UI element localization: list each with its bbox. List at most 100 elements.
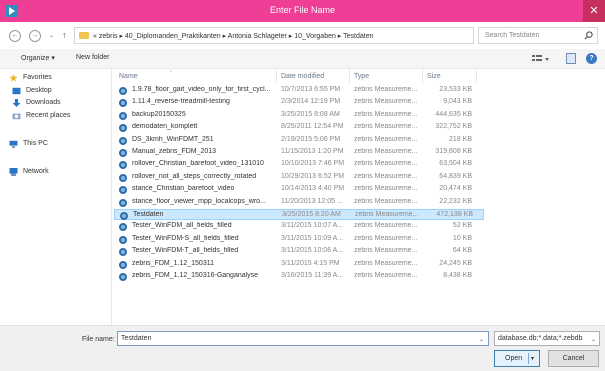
file-name-label: File name: [82,336,115,343]
new-folder-button[interactable]: New folder [76,54,109,61]
zebris-file-icon [119,235,127,244]
file-type: zebris Measureme... [354,86,418,93]
file-row[interactable]: demodaten_komplett 8/25/2011 12:54 PM zebr… [114,122,484,133]
column-divider[interactable] [276,69,277,83]
breadcrumb[interactable]: « zebris ▸ 40_Diplomanden_Praktikanten ▸… [93,32,374,40]
file-date: 3/11/2015 10:06 A... [281,247,344,255]
file-name: 1.11.4_reverse-treadmill-testing [132,98,230,106]
file-row[interactable]: stance_floor_viewer_mpp_localcops_wro...… [114,197,484,208]
chevron-down-icon[interactable]: ⌄ [591,336,596,343]
zebris-file-icon [119,124,127,133]
file-row[interactable]: zebris_FDM_1.12_150316-Ganganalyse 3/16/2… [114,271,484,282]
search-icon[interactable] [584,31,593,40]
back-button[interactable]: ← [9,30,21,42]
forward-button[interactable]: → [29,30,41,42]
sidebar-item-label: Downloads [26,99,61,106]
file-date: 3/11/2015 10:07 A... [281,222,344,230]
zebris-file-icon [119,198,127,207]
open-options-icon[interactable]: ▾ [531,355,534,362]
help-icon[interactable]: ? [586,53,597,64]
search-placeholder: Search Testdaten [485,32,540,39]
file-row[interactable]: Manual_zebris_FDM_2013 11/15/2013 1:20 PM… [114,147,484,158]
file-row[interactable]: DS_3kmh_WinFDMT_251 2/19/2015 5:06 PM zebr… [114,135,484,146]
file-row[interactable]: rollover_Christian_barefoot_video_131010… [114,159,484,170]
close-button[interactable]: ✕ [583,0,605,22]
column-divider[interactable] [476,69,477,83]
change-view-icon[interactable] [532,54,550,64]
file-name: zebris_FDM_1.12_150311 [132,259,214,267]
file-row[interactable]: stance_Christian_barefoot_video 10/14/201… [114,184,484,195]
file-date: 2/3/2014 12:19 PM [281,98,341,106]
file-row[interactable]: 1.9.78_floor_gait_video_only_for_first_c… [114,85,484,96]
file-size: 64,839 KB [439,172,472,180]
file-size: 22,232 KB [439,197,472,205]
column-divider[interactable] [349,69,350,83]
file-row[interactable]: 1.11.4_reverse-treadmill-testing 2/3/2014… [114,97,484,108]
file-date: 11/20/2013 12:05 ... [281,197,343,205]
file-date: 10/10/2013 7:46 PM [281,160,345,168]
chevron-down-icon[interactable]: ⌄ [479,336,484,343]
file-row[interactable]: rollover_not_all_steps_correctly_rotated… [114,172,484,183]
zebris-file-icon [119,260,127,269]
column-header-size[interactable]: Size [427,73,441,80]
zebris-file-icon [119,99,127,108]
file-row[interactable]: backup20150325 3/25/2015 8:08 AM zebris Me… [114,110,484,121]
file-date: 3/25/2015 8:20 AM [282,211,341,218]
file-name: rollover_Christian_barefoot_video_131010 [132,160,264,168]
file-name: 1.9.78_floor_gait_video_only_for_first_c… [132,86,271,93]
column-divider[interactable] [422,69,423,83]
sidebar-item-label: Favorites [23,74,52,81]
open-button[interactable]: Open ▾ [494,350,540,367]
file-row[interactable]: Tester_WinFDM-T_all_fields_filled 3/11/20… [114,246,484,257]
file-type-select[interactable]: database.db;*.data;*.zebdb ⌄ [494,331,600,346]
sidebar-item-label: This PC [23,140,48,147]
column-header-date[interactable]: Date modified [281,73,324,80]
zebris-file-icon [119,87,127,95]
file-size: 24,245 KB [439,259,472,267]
file-name: demodaten_komplett [132,123,198,131]
recent-locations-button[interactable]: ⌄ [49,32,54,39]
file-row[interactable]: Tester_WinFDM-S_all_fields_filled 3/11/20… [114,234,484,245]
file-row[interactable]: Testdaten 3/25/2015 8:20 AM zebris Measure… [114,209,484,220]
zebris-file-icon [120,212,128,220]
file-date: 11/15/2013 1:20 PM [281,148,344,155]
file-date: 3/25/2015 8:08 AM [281,110,340,118]
up-button[interactable]: ↑ [62,30,67,40]
file-size: 64 KB [452,247,472,255]
file-name: Tester_WinFDM-T_all_fields_filled [132,247,239,255]
file-size: 20,474 KB [439,185,472,193]
file-size: 472,138 KB [436,211,473,218]
navigation-pane: Favorites Desktop Downloads Recent place… [0,69,112,325]
zebris-file-icon [119,186,127,195]
file-list: Name ⌃ Date modified Type Size 1.9.78_fl… [114,69,605,325]
search-input[interactable]: Search Testdaten [478,27,598,44]
file-name: Tester_WinFDM_all_fields_filled [132,222,232,230]
file-row[interactable]: Tester_WinFDM_all_fields_filled 3/11/2015… [114,221,484,232]
preview-pane-icon[interactable] [566,53,576,64]
file-type: zebris Measureme... [354,259,418,267]
cancel-button[interactable]: Cancel [548,350,599,367]
file-date: 2/19/2015 5:06 PM [281,135,341,143]
file-name: backup20150325 [132,110,186,118]
file-size: 63,504 KB [439,160,472,168]
address-bar[interactable]: « zebris ▸ 40_Diplomanden_Praktikanten ▸… [74,27,474,44]
organize-menu[interactable]: Organize ▾ [21,54,55,62]
file-name-input[interactable]: Testdaten ⌄ [117,331,489,346]
column-header-type[interactable]: Type [354,73,369,80]
file-size: 8,438 KB [443,272,472,279]
file-size: 52 KB [452,222,472,230]
command-toolbar: Organize ▾ New folder ? [0,49,605,69]
desktop-icon [12,87,21,95]
file-name: stance_floor_viewer_mpp_localcops_wro... [132,197,266,205]
file-size: 23,533 KB [439,86,472,93]
split-divider [528,353,529,364]
file-size: 218 KB [449,135,472,143]
zebris-file-icon [119,149,127,157]
open-button-label: Open [505,355,523,362]
file-row[interactable]: zebris_FDM_1.12_150311 3/11/2015 4:15 PM z… [114,259,484,270]
file-type: zebris Measureme... [354,197,418,205]
recent-places-icon [12,113,21,120]
file-type: zebris Measureme... [354,135,418,143]
file-type: zebris Measureme... [354,148,418,155]
zebris-file-icon [119,248,127,257]
